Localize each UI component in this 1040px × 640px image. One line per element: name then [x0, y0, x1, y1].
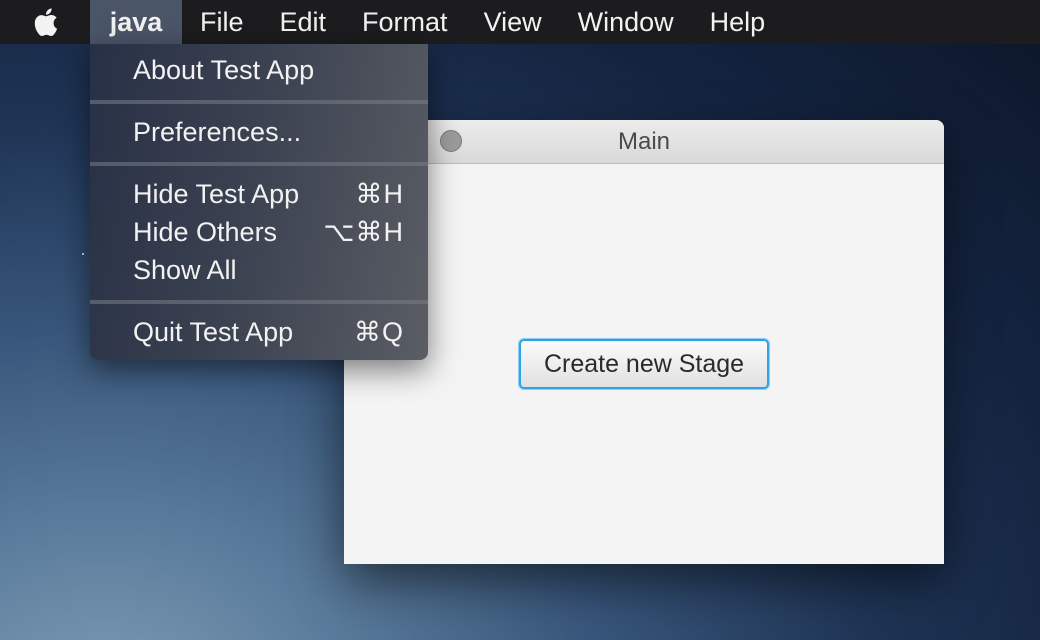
- close-window-button[interactable]: [440, 130, 462, 152]
- menu-item-about[interactable]: About Test App: [90, 51, 428, 89]
- menu-item-hide-others[interactable]: Hide Others ⌥⌘H: [90, 213, 428, 251]
- main-window: Main Create new Stage: [344, 120, 944, 564]
- apple-logo-icon: [34, 8, 58, 36]
- window-titlebar[interactable]: Main: [344, 120, 944, 164]
- menu-item-show-all-label: Show All: [133, 254, 237, 285]
- menu-item-quit[interactable]: Quit Test App ⌘Q: [90, 313, 428, 351]
- menu-separator: [90, 300, 428, 304]
- app-menu-dropdown: About Test App Preferences... Hide Test …: [90, 44, 428, 360]
- window-title: Main: [617, 127, 671, 155]
- menu-item-preferences[interactable]: Preferences...: [90, 113, 428, 151]
- menu-item-about-label: About Test App: [133, 54, 315, 85]
- menu-item-hide-shortcut: ⌘H: [355, 178, 404, 209]
- menu-item-quit-label: Quit Test App: [133, 316, 294, 347]
- menu-window[interactable]: Window: [560, 0, 692, 44]
- apple-menu[interactable]: [0, 0, 90, 44]
- menu-separator: [90, 162, 428, 166]
- menu-item-hide-others-label: Hide Others: [133, 216, 278, 247]
- menu-edit[interactable]: Edit: [262, 0, 345, 44]
- menu-item-preferences-label: Preferences...: [133, 116, 302, 147]
- menu-item-show-all[interactable]: Show All: [90, 251, 428, 289]
- menu-file[interactable]: File: [182, 0, 262, 44]
- menu-item-hide-label: Hide Test App: [133, 178, 300, 209]
- create-new-stage-button[interactable]: Create new Stage: [519, 339, 769, 389]
- menu-java[interactable]: java: [90, 0, 182, 44]
- menu-separator: [90, 100, 428, 104]
- menu-view[interactable]: View: [466, 0, 560, 44]
- menu-item-hide[interactable]: Hide Test App ⌘H: [90, 175, 428, 213]
- menu-bar: java File Edit Format View Window Help: [0, 0, 1040, 44]
- menu-item-hide-others-shortcut: ⌥⌘H: [323, 216, 404, 247]
- menu-help[interactable]: Help: [692, 0, 784, 44]
- desktop-artifact: [82, 253, 84, 255]
- menu-item-quit-shortcut: ⌘Q: [353, 316, 404, 347]
- menu-format[interactable]: Format: [344, 0, 466, 44]
